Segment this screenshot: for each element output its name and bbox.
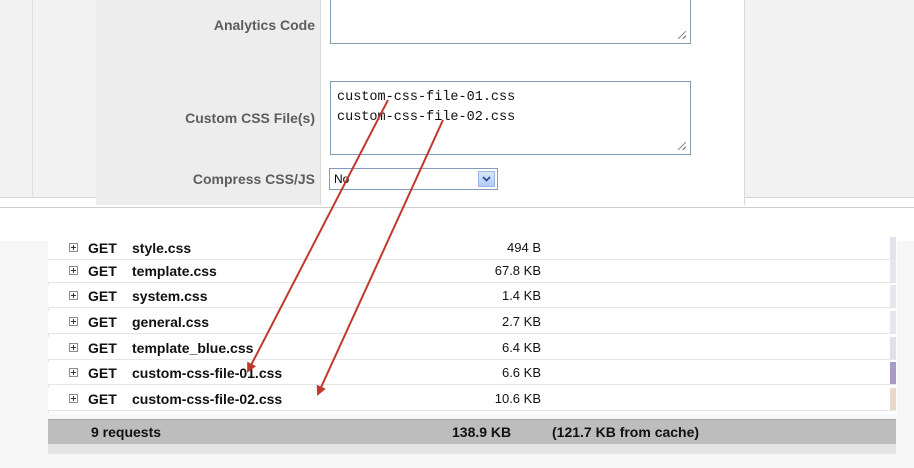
panel-divider	[32, 0, 33, 197]
custom-css-textarea[interactable]: custom-css-file-01.css custom-css-file-0…	[330, 81, 691, 155]
request-name: template_blue.css	[132, 340, 254, 356]
timeline-bar	[890, 311, 896, 333]
request-row[interactable]: GET template_blue.css 6.4 KB	[48, 337, 896, 360]
request-method: GET	[88, 340, 117, 356]
request-size: 494 B	[507, 240, 541, 255]
expand-plus-icon[interactable]	[69, 368, 78, 377]
expand-plus-icon[interactable]	[69, 343, 78, 352]
request-size: 1.4 KB	[501, 288, 541, 303]
request-method: GET	[88, 314, 117, 330]
custom-css-value: custom-css-file-01.css custom-css-file-0…	[337, 90, 516, 125]
request-size: 6.6 KB	[501, 365, 541, 380]
custom-css-label: Custom CSS File(s)	[185, 110, 315, 126]
resize-grip-icon[interactable]	[678, 31, 686, 39]
analytics-code-textarea[interactable]	[330, 0, 691, 44]
request-name: style.css	[132, 240, 192, 256]
timeline-bar	[890, 285, 896, 307]
request-row[interactable]: GET custom-css-file-02.css 10.6 KB	[48, 388, 896, 411]
request-method: GET	[88, 288, 117, 304]
network-panel: GET style.css 494 B GET template.css 67.…	[0, 237, 914, 468]
request-name: custom-css-file-02.css	[132, 391, 283, 407]
timeline-bar	[890, 237, 896, 259]
settings-panel: Analytics Code Custom CSS File(s) custom…	[0, 0, 914, 205]
request-method: GET	[88, 391, 117, 407]
expand-plus-icon[interactable]	[69, 317, 78, 326]
request-row[interactable]: GET template.css 67.8 KB	[48, 260, 896, 283]
request-row[interactable]: GET system.css 1.4 KB	[48, 285, 896, 308]
request-method: GET	[88, 263, 117, 279]
expand-plus-icon[interactable]	[69, 266, 78, 275]
request-name: general.css	[132, 314, 210, 330]
request-size: 6.4 KB	[501, 340, 541, 355]
request-method: GET	[88, 365, 117, 381]
cache-size: (121.7 KB from cache)	[552, 424, 700, 440]
total-size: 138.9 KB	[452, 424, 512, 440]
analytics-code-label: Analytics Code	[213, 17, 315, 33]
request-method: GET	[88, 240, 117, 256]
expand-plus-icon[interactable]	[69, 243, 78, 252]
request-row[interactable]: GET general.css 2.7 KB	[48, 311, 896, 334]
timeline-bar	[890, 388, 896, 410]
summary-row: 9 requests 138.9 KB (121.7 KB from cache…	[48, 419, 896, 445]
request-size: 10.6 KB	[494, 391, 541, 406]
timeline-bar	[890, 337, 896, 359]
request-name: system.css	[132, 288, 208, 304]
timeline-bar	[890, 362, 896, 384]
request-row[interactable]: GET custom-css-file-01.css 6.6 KB	[48, 362, 896, 385]
request-name: template.css	[132, 263, 217, 279]
request-size: 2.7 KB	[501, 314, 541, 329]
resize-grip-icon[interactable]	[678, 142, 686, 150]
expand-plus-icon[interactable]	[69, 394, 78, 403]
compress-label: Compress CSS/JS	[192, 171, 315, 187]
expand-plus-icon[interactable]	[69, 291, 78, 300]
request-size: 67.8 KB	[494, 263, 541, 278]
request-count: 9 requests	[91, 424, 162, 440]
request-name: custom-css-file-01.css	[132, 365, 283, 381]
bottom-strip	[48, 444, 896, 454]
timeline-bar	[890, 260, 896, 282]
compress-select-value: No	[334, 172, 350, 186]
request-row[interactable]: GET style.css 494 B	[48, 237, 896, 260]
compress-select[interactable]: No	[329, 168, 498, 190]
chevron-down-icon[interactable]	[478, 171, 495, 187]
